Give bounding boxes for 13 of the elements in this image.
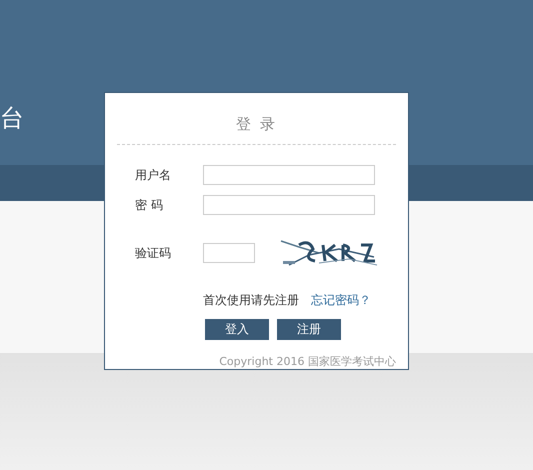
dialog-title: 登 录 — [236, 114, 277, 135]
captcha-field[interactable] — [203, 242, 255, 262]
login-button[interactable]: 登入 — [205, 318, 269, 340]
register-hint: 首次使用请先注册 — [203, 292, 299, 308]
register-button[interactable]: 注册 — [277, 318, 341, 340]
field-label: 密 码 — [135, 196, 164, 214]
site-title: 台 — [0, 106, 24, 130]
field-label: 用户名 — [135, 166, 172, 184]
field-label: 验证码 — [135, 244, 172, 262]
username-field[interactable] — [203, 164, 375, 184]
copyright-text: Copyright 2016 国家医学考试中心 — [219, 354, 396, 370]
password-field[interactable] — [203, 194, 375, 214]
forgot-password-link[interactable]: 忘记密码？ — [311, 290, 371, 308]
